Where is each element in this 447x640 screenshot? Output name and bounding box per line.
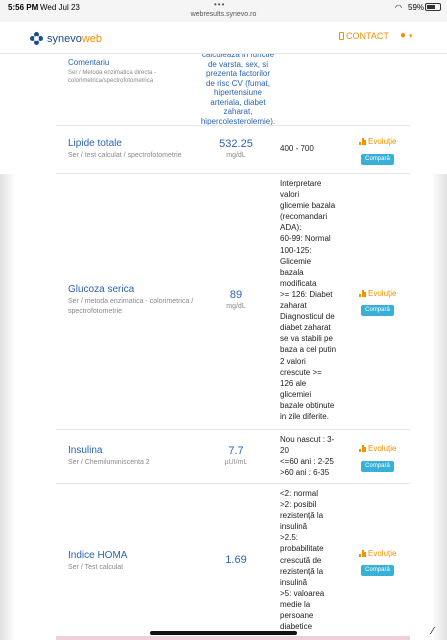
results-content: Comentariu Ser / Metoda enzimatica direc…	[0, 54, 447, 640]
battery-percent: 59%	[408, 3, 425, 12]
user-menu[interactable]: ● ▾	[400, 30, 412, 41]
battery-icon	[425, 3, 441, 11]
evolution-label: Evoluție	[368, 289, 397, 298]
table-row: Lipide totale Ser / test calculat / spec…	[56, 125, 410, 173]
compare-button[interactable]: Compară	[361, 461, 394, 472]
chart-bars-icon	[359, 550, 366, 557]
test-method: Ser / Chemiluminiscenta 2	[68, 459, 150, 466]
compare-button[interactable]: Compară	[361, 565, 394, 576]
bottom-row-edge	[56, 636, 410, 640]
logo-text-synevo: synevo	[47, 33, 82, 45]
test-method: Ser / Test calculat	[68, 564, 124, 571]
synevo-logo[interactable]: synevo web	[30, 31, 102, 47]
table-row: Insulina Ser / Chemiluminiscenta 2 7.7 µ…	[56, 429, 410, 483]
chevron-down-icon: ▾	[408, 33, 413, 40]
reference-range: 400 - 700	[280, 144, 314, 153]
chart-bars-icon	[359, 290, 366, 297]
chart-bars-icon	[359, 138, 366, 145]
test-method: Ser / test calculat / spectrofotometrie	[68, 152, 182, 159]
user-icon: ●	[400, 30, 407, 41]
evolution-link[interactable]: Evoluție	[359, 444, 396, 453]
navbar: synevo web CONTACT ● ▾	[0, 22, 447, 54]
evolution-label: Evoluție	[368, 549, 397, 558]
evolution-link[interactable]: Evoluție	[359, 289, 396, 298]
page-url[interactable]: webresults.synevo.ro	[0, 11, 447, 18]
comment-title: Comentariu	[68, 58, 110, 67]
result-value: 1.69	[225, 554, 247, 566]
status-bar: 5:56 PM Wed Jul 23 ••• webresults.synevo…	[0, 0, 447, 22]
test-name[interactable]: Glucoza serica	[68, 284, 134, 295]
test-name[interactable]: Indice HOMA	[68, 550, 127, 561]
result-unit: mg/dL	[226, 303, 246, 310]
table-row: Glucoza serica Ser / metoda enzimatica -…	[56, 173, 410, 429]
test-name[interactable]: Insulina	[68, 445, 102, 456]
result-value: 7.7	[228, 445, 244, 457]
table-row: Comentariu Ser / Metoda enzimatica direc…	[56, 54, 410, 126]
reference-range: Interpretare valori glicemie bazala (rec…	[280, 179, 337, 421]
comment-method: Ser / Metoda enzimatica directa - colori…	[68, 70, 157, 84]
contact-link[interactable]: CONTACT	[339, 31, 389, 41]
test-method: Ser / metoda enzimatica - colorimetrica …	[68, 298, 194, 315]
pencil-icon[interactable]: ⁄	[432, 626, 434, 637]
result-value: 89	[229, 289, 243, 301]
reference-range: Nou nascut : 3- 20 <=60 ani : 2-25 >60 a…	[280, 435, 335, 478]
result-unit: mg/dL	[226, 152, 246, 159]
compare-button[interactable]: Compară	[361, 154, 394, 165]
home-indicator[interactable]	[150, 631, 297, 635]
result-value: 532.25	[219, 138, 253, 150]
comment-text: calculeaza in functie de varsta, sex, si…	[200, 54, 276, 126]
evolution-link[interactable]: Evoluție	[359, 137, 396, 146]
evolution-label: Evoluție	[368, 444, 397, 453]
compare-button[interactable]: Compară	[361, 305, 394, 316]
chart-bars-icon	[359, 445, 366, 452]
evolution-label: Evoluție	[368, 137, 397, 146]
evolution-link[interactable]: Evoluție	[359, 549, 396, 558]
contact-label: CONTACT	[346, 31, 389, 41]
logo-text-web: web	[81, 33, 103, 45]
reference-range: <2: normal >2: posibil rezistență la ins…	[280, 489, 325, 632]
wifi-icon: ◠	[395, 3, 402, 12]
multitask-dots[interactable]: •••	[214, 0, 225, 9]
result-unit: µUI/mL	[224, 459, 248, 466]
logo-flower-icon	[30, 32, 44, 46]
phone-icon	[339, 32, 344, 40]
test-name[interactable]: Lipide totale	[68, 138, 122, 149]
table-row: Indice HOMA Ser / Test calculat 1.69 <2:…	[56, 483, 410, 640]
